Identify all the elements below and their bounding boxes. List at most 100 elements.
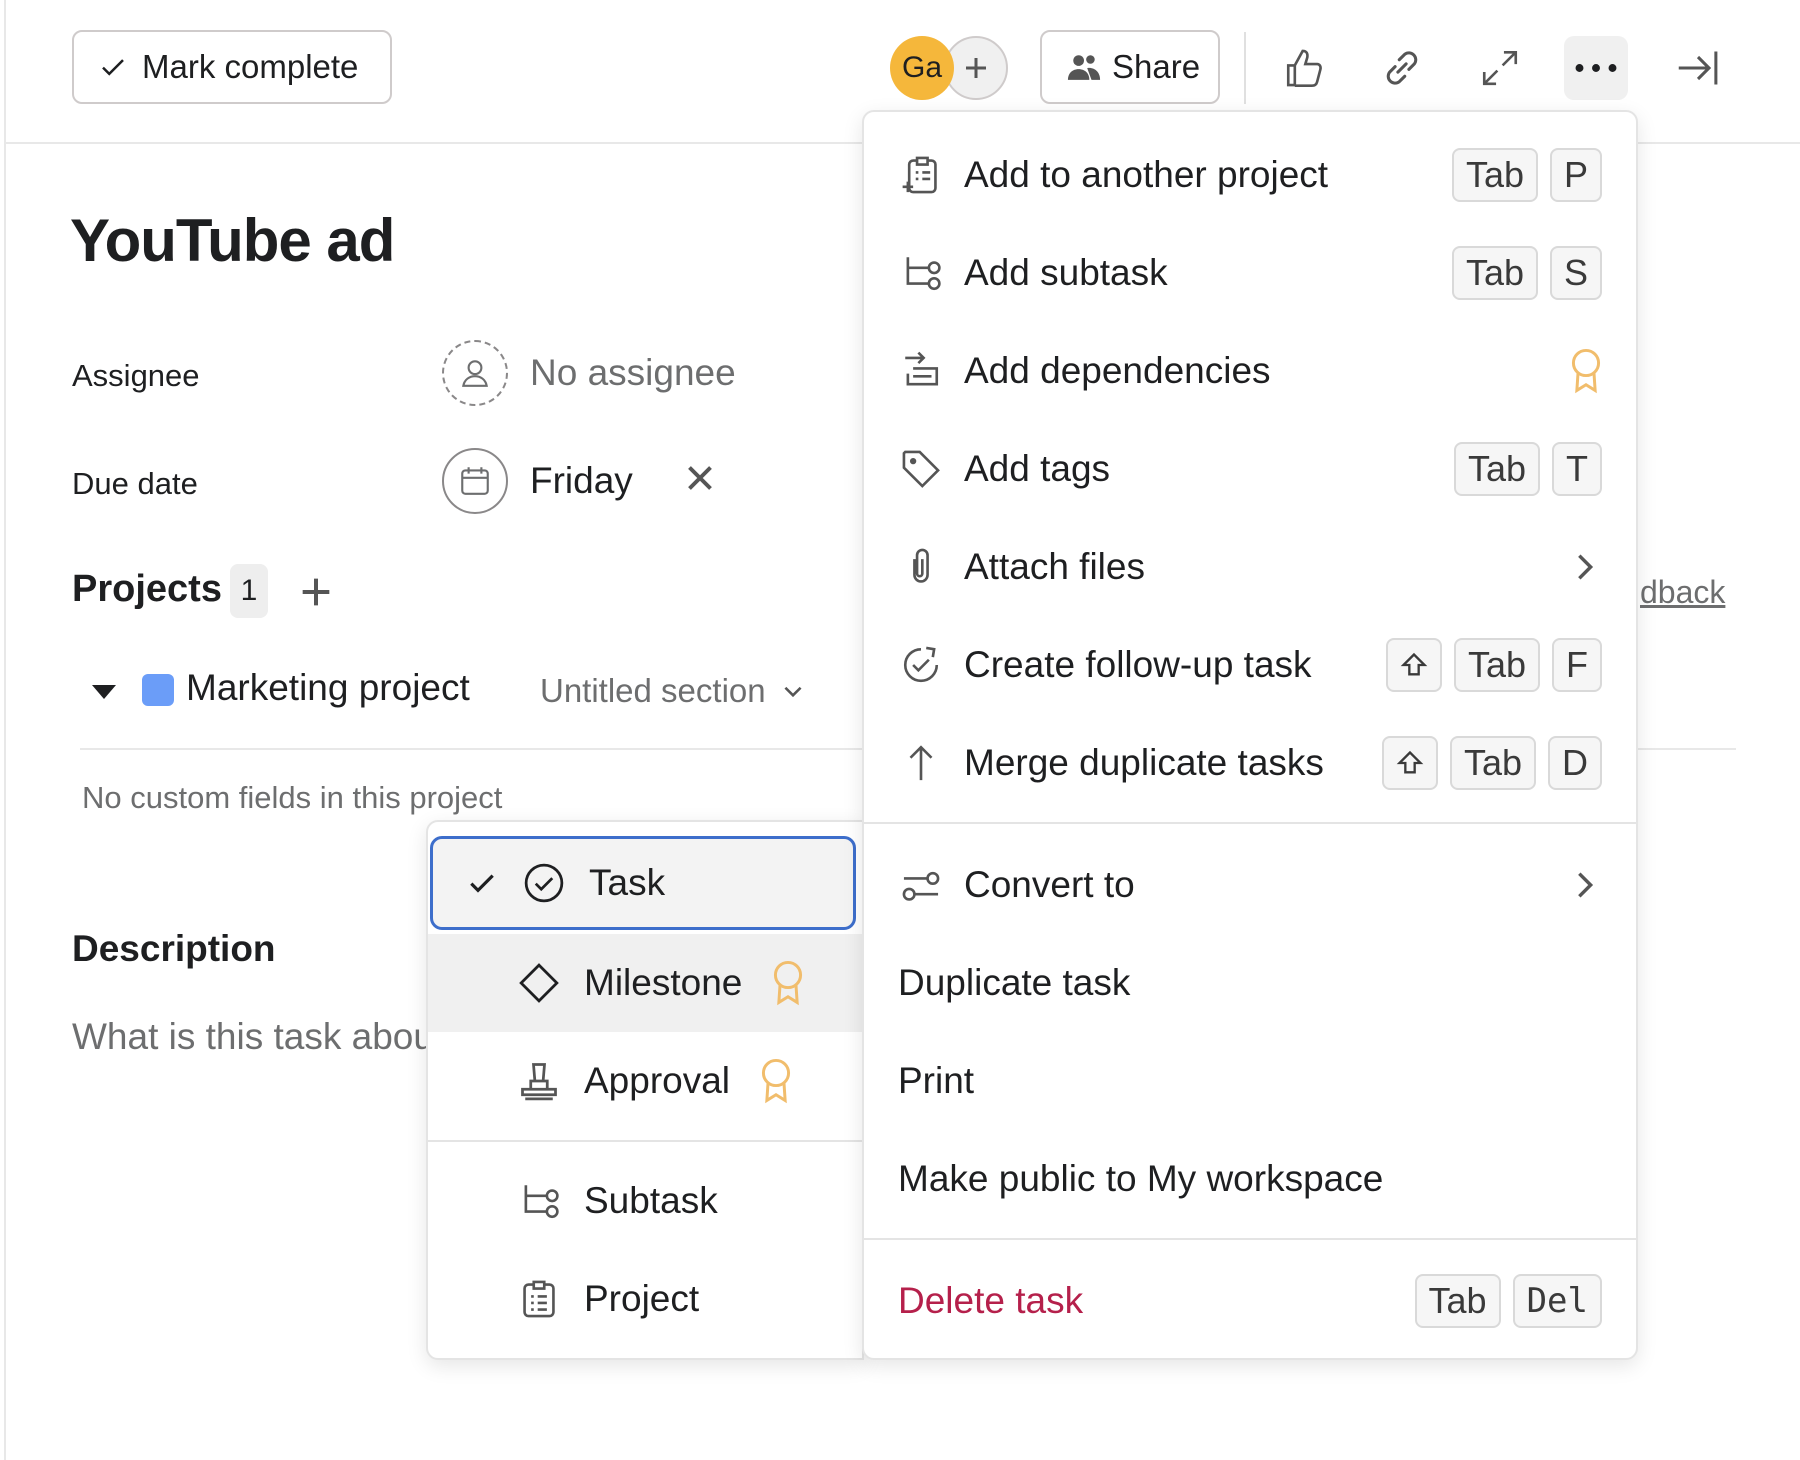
- menu-item-merge-duplicates[interactable]: Merge duplicate tasks Tab D: [864, 714, 1636, 812]
- shortcut-keys: Tab D: [1381, 736, 1602, 790]
- share-button[interactable]: Share: [1040, 30, 1220, 104]
- menu-item-label: Duplicate task: [898, 962, 1131, 1003]
- convert-option-label: Subtask: [584, 1180, 718, 1221]
- expand-button[interactable]: [1468, 36, 1532, 100]
- task-check-icon: [521, 860, 567, 906]
- convert-option-label: Project: [584, 1278, 700, 1319]
- check-placeholder: [460, 1282, 494, 1316]
- shortcut-key: Tab: [1414, 1274, 1501, 1328]
- menu-item-add-subtask[interactable]: Add subtask Tab S: [864, 224, 1636, 322]
- due-date-value[interactable]: Friday: [530, 460, 633, 502]
- shortcut-key: S: [1549, 246, 1602, 300]
- close-panel-icon: [1676, 46, 1720, 90]
- calendar-icon: [458, 464, 492, 498]
- person-icon: [458, 356, 492, 390]
- menu-item-label: Create follow-up task: [964, 644, 1312, 685]
- check-placeholder: [460, 1064, 494, 1098]
- thumbs-up-icon: [1283, 47, 1325, 89]
- menu-item-label: Merge duplicate tasks: [964, 742, 1324, 783]
- section-label: Untitled section: [540, 672, 766, 709]
- convert-option-project[interactable]: Project: [428, 1250, 862, 1348]
- due-date-calendar[interactable]: [442, 448, 508, 514]
- people-icon: [1066, 52, 1102, 82]
- shortcut-keys: Tab T: [1453, 442, 1602, 496]
- menu-item-label: Add dependencies: [964, 350, 1271, 391]
- convert-icon: [898, 862, 944, 908]
- shortcut-keys: Tab S: [1451, 246, 1602, 300]
- menu-item-make-public[interactable]: Make public to My workspace: [864, 1130, 1636, 1228]
- tag-icon: [898, 446, 944, 492]
- like-button[interactable]: [1272, 36, 1336, 100]
- menu-item-convert-to[interactable]: Convert to: [864, 836, 1636, 934]
- mark-complete-label: Mark complete: [142, 48, 359, 85]
- menu-divider: [864, 822, 1636, 824]
- more-actions-menu: Add to another project Tab P Add subtask…: [862, 110, 1638, 1360]
- assignee-avatar-placeholder[interactable]: [442, 340, 508, 406]
- paperclip-icon: [898, 544, 944, 590]
- more-actions-button[interactable]: [1564, 36, 1628, 100]
- close-details-button[interactable]: [1666, 36, 1730, 100]
- shortcut-keys: Tab P: [1451, 148, 1602, 202]
- description-label: Description: [72, 928, 276, 969]
- menu-item-delete-task[interactable]: Delete task Tab Del: [864, 1252, 1636, 1350]
- shortcut-key: Tab: [1451, 246, 1538, 300]
- add-project-button[interactable]: [296, 572, 336, 612]
- menu-item-duplicate-task[interactable]: Duplicate task: [864, 934, 1636, 1032]
- toolbar-divider: [1244, 32, 1246, 104]
- subtask-icon: [898, 250, 944, 296]
- collapse-project-button[interactable]: [90, 682, 118, 702]
- menu-item-print[interactable]: Print: [864, 1032, 1636, 1130]
- menu-item-add-to-project[interactable]: Add to another project Tab P: [864, 126, 1636, 224]
- task-title[interactable]: YouTube ad: [70, 206, 395, 275]
- approval-icon: [516, 1058, 562, 1104]
- convert-option-task[interactable]: Task: [430, 836, 856, 930]
- link-icon: [1380, 46, 1424, 90]
- copy-link-button[interactable]: [1370, 36, 1434, 100]
- feedback-link[interactable]: dback: [1640, 574, 1725, 611]
- check-placeholder: [460, 1184, 494, 1218]
- avatar[interactable]: Ga: [890, 36, 954, 100]
- shortcut-key: T: [1552, 442, 1602, 496]
- convert-option-label: Milestone: [584, 962, 743, 1003]
- more-icon: [1574, 62, 1618, 74]
- project-color-swatch: [142, 674, 174, 706]
- assignee-label: Assignee: [72, 358, 200, 393]
- projects-count-badge: 1: [230, 564, 268, 618]
- milestone-icon: [516, 960, 562, 1006]
- convert-option-approval[interactable]: Approval: [428, 1032, 862, 1130]
- shortcut-key: Tab: [1449, 736, 1536, 790]
- premium-badge-icon: [1570, 348, 1602, 394]
- premium-badge-icon: [772, 960, 808, 1006]
- shortcut-keys: Tab Del: [1414, 1274, 1602, 1328]
- shortcut-keys: Tab F: [1385, 638, 1602, 692]
- menu-item-label: Add subtask: [964, 252, 1168, 293]
- check-placeholder: [460, 966, 494, 1000]
- menu-item-create-follow-up[interactable]: Create follow-up task Tab F: [864, 616, 1636, 714]
- menu-item-add-tags[interactable]: Add tags Tab T: [864, 420, 1636, 518]
- menu-item-attach-files[interactable]: Attach files: [864, 518, 1636, 616]
- shortcut-key: [1385, 638, 1442, 692]
- convert-option-subtask[interactable]: Subtask: [428, 1152, 862, 1250]
- assignee-value[interactable]: No assignee: [530, 352, 736, 394]
- project-name[interactable]: Marketing project: [186, 667, 470, 709]
- menu-item-add-dependencies[interactable]: Add dependencies: [864, 322, 1636, 420]
- section-selector[interactable]: Untitled section: [540, 672, 806, 710]
- mark-complete-button[interactable]: Mark complete: [72, 30, 392, 104]
- shortcut-key: [1381, 736, 1438, 790]
- clear-due-date-button[interactable]: [682, 460, 718, 496]
- premium-badge-icon: [760, 1058, 796, 1104]
- menu-item-label: Add to another project: [964, 154, 1329, 195]
- share-label: Share: [1112, 48, 1201, 85]
- left-edge-divider: [0, 0, 6, 1460]
- convert-option-milestone[interactable]: Milestone: [428, 934, 862, 1032]
- plus-icon: [961, 53, 991, 83]
- convert-to-submenu: Task Milestone Approval Subtask Project: [426, 820, 864, 1360]
- description-input[interactable]: What is this task about?: [72, 1016, 432, 1058]
- shift-icon: [1396, 749, 1424, 777]
- dependencies-icon: [898, 348, 944, 394]
- shortcut-key: Del: [1512, 1274, 1602, 1328]
- menu-item-label: Add tags: [964, 448, 1111, 489]
- menu-item-label: Delete task: [898, 1280, 1084, 1321]
- shortcut-key: Tab: [1453, 442, 1540, 496]
- project-icon: [516, 1276, 562, 1322]
